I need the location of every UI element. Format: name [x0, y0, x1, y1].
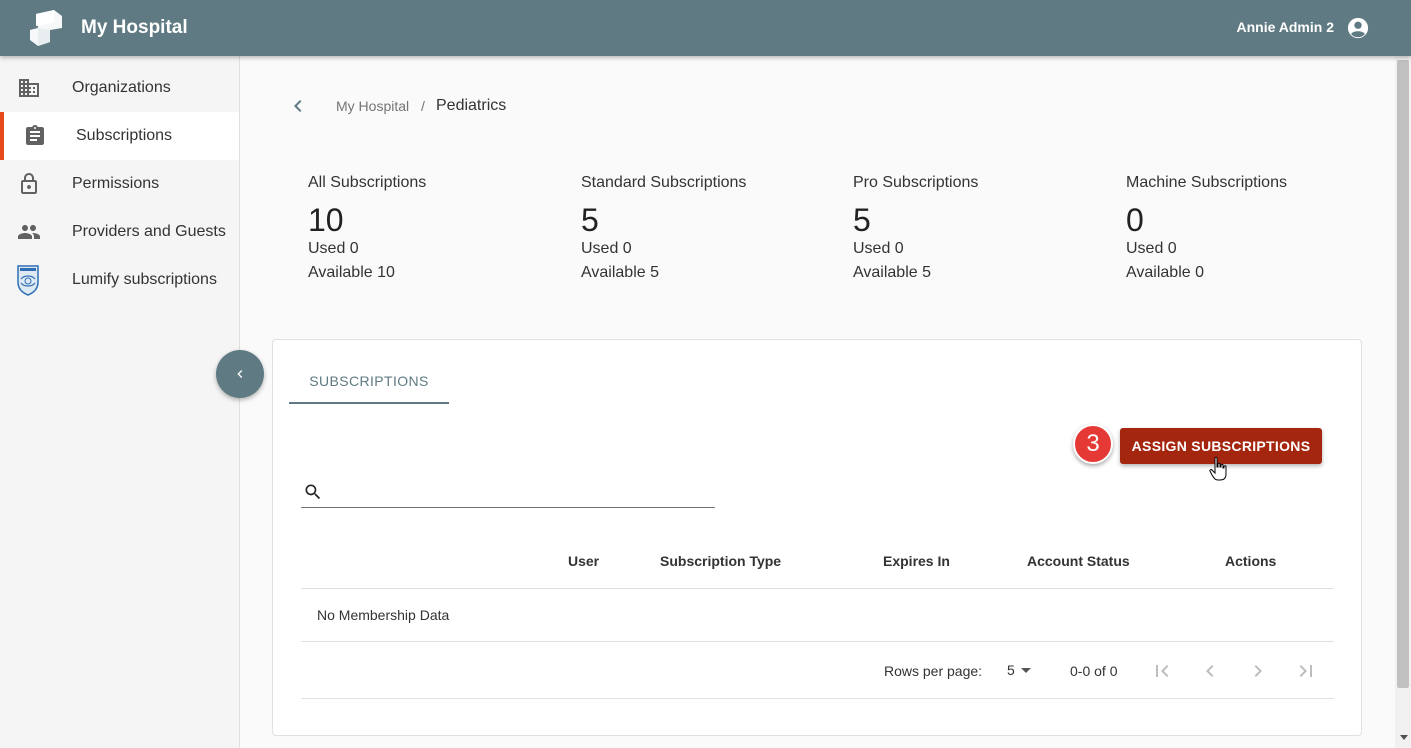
empty-table-message: No Membership Data — [317, 607, 450, 623]
rows-per-page-label: Rows per page: — [884, 663, 983, 679]
last-page-icon[interactable] — [1294, 659, 1318, 683]
scrollbar-thumb[interactable] — [1397, 60, 1409, 688]
scroll-down-icon[interactable] — [1400, 735, 1408, 740]
breadcrumb-separator: / — [421, 98, 425, 114]
back-arrow-icon[interactable] — [286, 94, 310, 118]
sidebar-item-subscriptions[interactable]: Subscriptions — [0, 112, 239, 160]
next-page-icon[interactable] — [1246, 659, 1270, 683]
step-badge: 3 — [1073, 424, 1113, 464]
search-field — [301, 476, 715, 508]
stat-all-subscriptions: All Subscriptions 10 Used 0 Available 10 — [308, 174, 568, 288]
hand-cursor-icon — [1209, 456, 1227, 481]
search-icon — [305, 484, 321, 500]
stat-pro-subscriptions: Pro Subscriptions 5 Used 0 Available 5 — [853, 174, 1113, 288]
app-title[interactable]: My Hospital — [81, 17, 188, 39]
breadcrumb-parent-link[interactable]: My Hospital — [336, 98, 409, 114]
stat-available: Available 10 — [308, 264, 395, 281]
account-circle-icon[interactable] — [1347, 17, 1369, 39]
sidebar: Organizations Subscriptions Permissions … — [0, 56, 240, 748]
column-header-actions: Actions — [1225, 553, 1277, 569]
stat-total: 10 — [308, 202, 344, 238]
sidebar-item-label: Permissions — [72, 175, 160, 192]
hospital-logo-icon[interactable] — [28, 8, 66, 48]
building-icon — [19, 79, 39, 97]
first-page-icon[interactable] — [1150, 659, 1174, 683]
stat-used: Used 0 — [581, 240, 632, 257]
sidebar-item-label: Providers and Guests — [72, 223, 226, 240]
sidebar-item-label: Subscriptions — [76, 127, 173, 144]
stat-used: Used 0 — [853, 240, 904, 257]
stat-title: Pro Subscriptions — [853, 174, 979, 191]
stat-title: All Subscriptions — [308, 174, 427, 191]
philips-shield-icon — [17, 265, 39, 296]
stat-used: Used 0 — [308, 240, 359, 257]
search-input[interactable] — [331, 478, 711, 506]
tab-subscriptions[interactable]: SUBSCRIPTIONS — [289, 360, 449, 404]
column-header-expires-in[interactable]: Expires In — [883, 553, 950, 569]
collapse-sidebar-button[interactable] — [216, 350, 264, 398]
sidebar-item-label: Organizations — [72, 79, 171, 96]
sidebar-item-permissions[interactable]: Permissions — [0, 160, 239, 208]
breadcrumb-current: Pediatrics — [436, 97, 507, 114]
stat-available: Available 5 — [853, 264, 931, 281]
pagination-range: 0-0 of 0 — [1070, 663, 1118, 679]
stat-standard-subscriptions: Standard Subscriptions 5 Used 0 Availabl… — [581, 174, 841, 288]
stat-used: Used 0 — [1126, 240, 1177, 257]
sidebar-item-lumify-subscriptions[interactable]: Lumify subscriptions — [0, 256, 239, 304]
stat-title: Standard Subscriptions — [581, 174, 747, 191]
user-name[interactable]: Annie Admin 2 — [1237, 19, 1335, 35]
caret-down-icon[interactable] — [1021, 668, 1031, 673]
clipboard-icon — [26, 125, 44, 145]
sidebar-item-organizations[interactable]: Organizations — [0, 64, 239, 112]
stat-available: Available 5 — [581, 264, 659, 281]
lock-icon — [21, 173, 37, 194]
table-pagination: Rows per page: 5 0-0 of 0 — [301, 642, 1334, 699]
sidebar-item-providers-and-guests[interactable]: Providers and Guests — [0, 208, 239, 256]
rows-per-page-value: 5 — [1007, 662, 1015, 678]
people-icon — [18, 225, 40, 239]
stat-total: 0 — [1126, 202, 1144, 238]
subscriptions-card: SUBSCRIPTIONS 3 ASSIGN SUBSCRIPTIONS Use… — [272, 339, 1362, 736]
prev-page-icon[interactable] — [1198, 659, 1222, 683]
column-header-user[interactable]: User — [568, 553, 599, 569]
stat-available: Available 0 — [1126, 264, 1204, 281]
stat-title: Machine Subscriptions — [1126, 174, 1287, 191]
table-row: No Membership Data — [301, 589, 1334, 642]
stat-total: 5 — [853, 202, 871, 238]
sidebar-item-label: Lumify subscriptions — [72, 271, 217, 288]
column-header-account-status[interactable]: Account Status — [1027, 553, 1130, 569]
stat-total: 5 — [581, 202, 599, 238]
table-header: User Subscription Type Expires In Accoun… — [301, 540, 1334, 589]
stat-machine-subscriptions: Machine Subscriptions 0 Used 0 Available… — [1126, 174, 1386, 288]
column-header-subscription-type[interactable]: Subscription Type — [660, 553, 781, 569]
app-header: My Hospital Annie Admin 2 — [0, 0, 1411, 56]
chevron-left-icon — [237, 370, 243, 378]
